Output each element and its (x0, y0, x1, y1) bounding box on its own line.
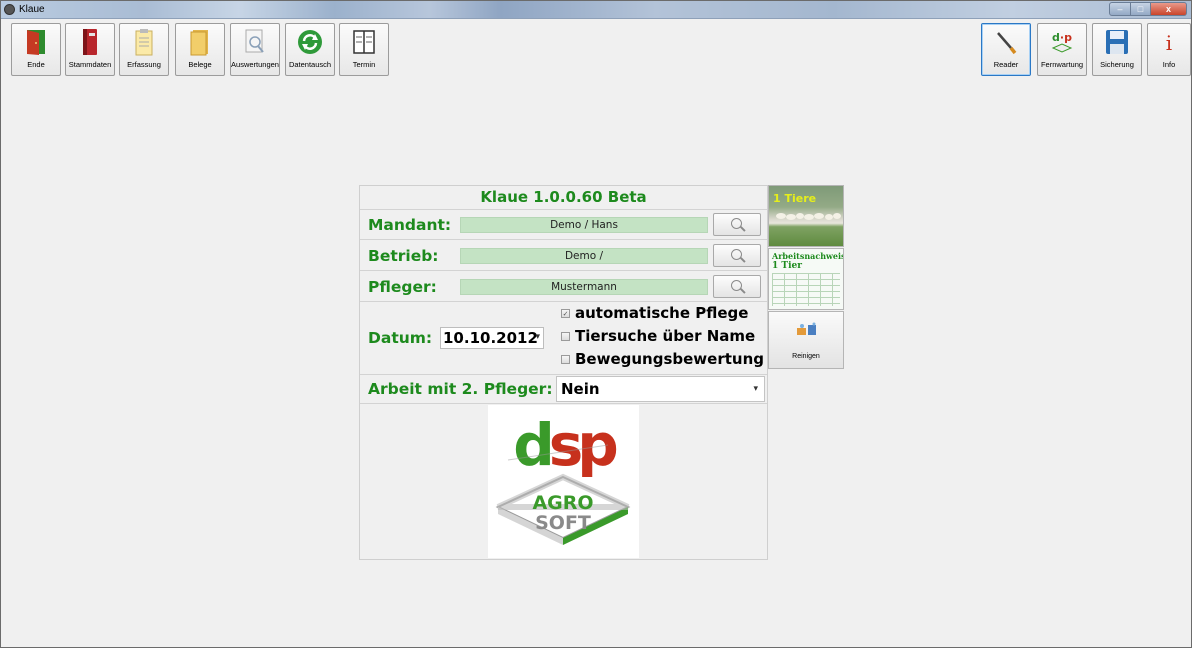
betrieb-search-button[interactable] (713, 244, 761, 267)
betrieb-label: Betrieb: (368, 247, 439, 265)
dsp-agrosoft-logo: dsp AGRO SOFT (488, 405, 639, 558)
svg-text:dsp: dsp (513, 411, 616, 479)
datentausch-button[interactable]: Datentausch (285, 23, 335, 76)
arbeitsnachweis-count: 1 Tier (772, 261, 802, 271)
pfleger2-dropdown[interactable]: Nein ▾ (556, 376, 765, 402)
reader-button[interactable]: Reader (981, 23, 1031, 76)
search-icon (731, 249, 742, 260)
chevron-down-icon: ▾ (535, 332, 540, 342)
title-row: Klaue 1.0.0.60 Beta (360, 186, 767, 210)
minimize-button[interactable]: – (1109, 2, 1131, 16)
tiere-tile[interactable]: 1 Tiere (768, 185, 844, 247)
checkbox-icon[interactable] (561, 331, 570, 341)
arbeitsnachweis-tile[interactable]: Arbeitsnachweis 1 Tier (768, 248, 844, 310)
search-icon (731, 218, 742, 229)
termin-button[interactable]: Termin (339, 23, 389, 76)
magnifier-document-icon (240, 27, 270, 57)
logo-agro-text: AGRO (532, 492, 593, 514)
pfleger-label: Pfleger: (368, 278, 437, 296)
date-picker[interactable]: 10.10.2012 ▾ (440, 327, 544, 349)
close-button[interactable]: x (1151, 2, 1187, 16)
erfassung-button[interactable]: Erfassung (119, 23, 169, 76)
svg-text:i: i (1166, 31, 1172, 55)
pfleger-field[interactable]: Mustermann (460, 279, 708, 295)
cleaning-icon (797, 322, 816, 335)
document-grid (772, 273, 840, 306)
option-tiersuche[interactable]: Tiersuche über Name (561, 327, 755, 345)
mandant-label: Mandant: (368, 216, 452, 234)
reinigen-button[interactable]: Reinigen (768, 311, 844, 369)
floppy-disk-icon (1102, 27, 1132, 57)
arbeitsnachweis-title: Arbeitsnachweis (772, 251, 844, 261)
reader-wand-icon (991, 27, 1021, 57)
stammdaten-button[interactable]: Stammdaten (65, 23, 115, 76)
toolbar: Ende Stammdaten Erfassung Belege Auswert… (1, 20, 1191, 80)
pfleger2-row: Arbeit mit 2. Pfleger: Nein ▾ (360, 375, 767, 404)
svg-text:d·p: d·p (1052, 31, 1072, 44)
pfleger2-value: Nein (561, 380, 600, 398)
exit-door-icon (21, 27, 51, 57)
title-bar[interactable]: Klaue – □ x (1, 1, 1191, 19)
auswertungen-button[interactable]: Auswertungen (230, 23, 280, 76)
dsp-logo-icon: d·p (1047, 27, 1077, 57)
clipboard-icon (129, 27, 159, 57)
option-bewegungsbewertung[interactable]: Bewegungsbewertung (561, 350, 764, 368)
option-automatische-pflege[interactable]: ✓ automatische Pflege (561, 304, 748, 322)
betrieb-field[interactable]: Demo / (460, 248, 708, 264)
mandant-search-button[interactable] (713, 213, 761, 236)
betrieb-row: Betrieb: Demo / (360, 240, 767, 271)
fernwartung-button[interactable]: d·p Fernwartung (1037, 23, 1087, 76)
app-window: Klaue – □ x Ende Stammdaten Erfassung Be… (0, 0, 1192, 648)
app-icon (4, 4, 15, 15)
search-icon (731, 280, 742, 291)
belege-button[interactable]: Belege (175, 23, 225, 76)
pfleger-row: Pfleger: Mustermann (360, 271, 767, 302)
window-controls: – □ x (1109, 2, 1187, 16)
app-version-title: Klaue 1.0.0.60 Beta (480, 188, 647, 206)
binder-icon (75, 27, 105, 57)
checkbox-checked-icon[interactable]: ✓ (561, 308, 570, 318)
pfleger2-label: Arbeit mit 2. Pfleger: (368, 380, 553, 398)
window-title: Klaue (19, 4, 45, 15)
sync-arrows-icon (295, 27, 325, 57)
pfleger-search-button[interactable] (713, 275, 761, 298)
info-button[interactable]: i Info (1147, 23, 1191, 76)
ende-button[interactable]: Ende (11, 23, 61, 76)
checkbox-icon[interactable] (561, 354, 570, 364)
date-value: 10.10.2012 (443, 329, 538, 347)
mandant-row: Mandant: Demo / Hans (360, 210, 767, 240)
info-icon: i (1154, 27, 1184, 57)
reinigen-label: Reinigen (792, 353, 820, 360)
chevron-down-icon: ▾ (753, 384, 758, 394)
datum-label: Datum: (368, 329, 433, 347)
sicherung-button[interactable]: Sicherung (1092, 23, 1142, 76)
cattle-photo (776, 213, 841, 220)
logo-soft-text: SOFT (535, 512, 591, 534)
calendar-book-icon (349, 27, 379, 57)
mandant-field[interactable]: Demo / Hans (460, 217, 708, 233)
folder-icon (185, 27, 215, 57)
login-panel: Klaue 1.0.0.60 Beta Mandant: Demo / Hans… (359, 185, 768, 560)
maximize-button[interactable]: □ (1131, 2, 1151, 16)
datum-row: Datum: 10.10.2012 ▾ ✓ automatische Pfleg… (360, 302, 767, 375)
